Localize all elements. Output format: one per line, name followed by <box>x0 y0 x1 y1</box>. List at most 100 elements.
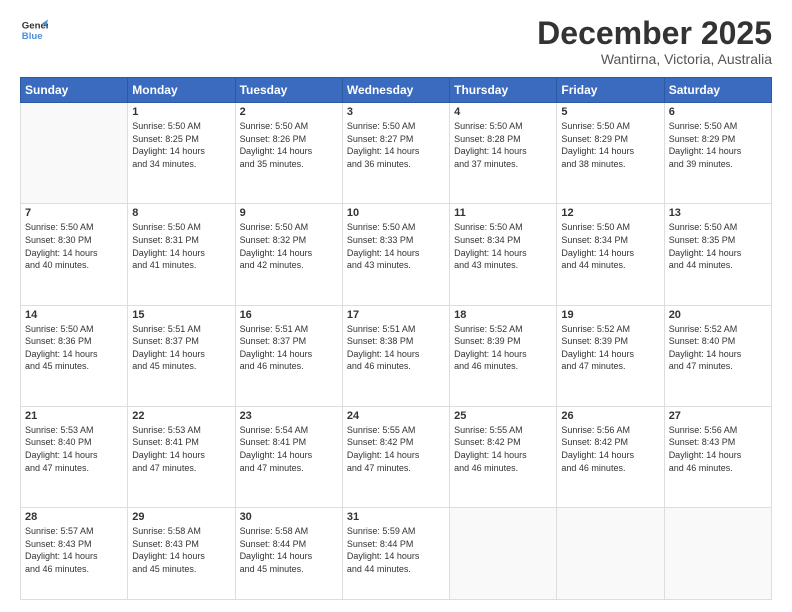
weekday-header-friday: Friday <box>557 78 664 103</box>
day-info: Sunrise: 5:59 AM Sunset: 8:44 PM Dayligh… <box>347 525 445 575</box>
calendar-cell: 19 Sunrise: 5:52 AM Sunset: 8:39 PM Dayli… <box>557 305 664 406</box>
day-number: 29 <box>132 511 230 523</box>
day-info: Sunrise: 5:51 AM Sunset: 8:38 PM Dayligh… <box>347 323 445 373</box>
week-row-0: 1 Sunrise: 5:50 AM Sunset: 8:25 PM Daylig… <box>21 103 772 204</box>
day-info: Sunrise: 5:51 AM Sunset: 8:37 PM Dayligh… <box>240 323 338 373</box>
calendar-cell: 5 Sunrise: 5:50 AM Sunset: 8:29 PM Daylig… <box>557 103 664 204</box>
calendar-cell: 21 Sunrise: 5:53 AM Sunset: 8:40 PM Dayli… <box>21 406 128 507</box>
day-number: 11 <box>454 207 552 219</box>
calendar-cell: 7Sunrise: 5:50 AM Sunset: 8:30 PM Daylig… <box>21 204 128 305</box>
svg-text:Blue: Blue <box>22 31 43 42</box>
header: General Blue December 2025 Wantirna, Vic… <box>20 16 772 67</box>
day-info: Sunrise: 5:50 AM Sunset: 8:35 PM Dayligh… <box>669 221 767 271</box>
day-number: 4 <box>454 106 552 118</box>
day-info: Sunrise: 5:50 AM Sunset: 8:28 PM Dayligh… <box>454 120 552 170</box>
day-number: 13 <box>669 207 767 219</box>
calendar-cell: 28 Sunrise: 5:57 AM Sunset: 8:43 PM Dayli… <box>21 507 128 599</box>
calendar-cell: 12 Sunrise: 5:50 AM Sunset: 8:34 PM Dayli… <box>557 204 664 305</box>
calendar-cell: 11Sunrise: 5:50 AM Sunset: 8:34 PM Dayli… <box>450 204 557 305</box>
day-info: Sunrise: 5:50 AM Sunset: 8:26 PM Dayligh… <box>240 120 338 170</box>
calendar-cell: 29 Sunrise: 5:58 AM Sunset: 8:43 PM Dayli… <box>128 507 235 599</box>
week-row-1: 7Sunrise: 5:50 AM Sunset: 8:30 PM Daylig… <box>21 204 772 305</box>
calendar-cell <box>21 103 128 204</box>
calendar-cell: 25 Sunrise: 5:55 AM Sunset: 8:42 PM Dayli… <box>450 406 557 507</box>
day-info: Sunrise: 5:52 AM Sunset: 8:39 PM Dayligh… <box>561 323 659 373</box>
day-info: Sunrise: 5:50 AM Sunset: 8:33 PM Dayligh… <box>347 221 445 271</box>
day-number: 30 <box>240 511 338 523</box>
day-number: 16 <box>240 309 338 321</box>
week-row-2: 14 Sunrise: 5:50 AM Sunset: 8:36 PM Dayli… <box>21 305 772 406</box>
location-title: Wantirna, Victoria, Australia <box>537 51 772 67</box>
day-info: Sunrise: 5:55 AM Sunset: 8:42 PM Dayligh… <box>454 424 552 474</box>
weekday-header-row: SundayMondayTuesdayWednesdayThursdayFrid… <box>21 78 772 103</box>
day-info: Sunrise: 5:50 AM Sunset: 8:25 PM Dayligh… <box>132 120 230 170</box>
weekday-header-sunday: Sunday <box>21 78 128 103</box>
calendar-page: General Blue December 2025 Wantirna, Vic… <box>0 0 792 612</box>
title-block: December 2025 Wantirna, Victoria, Austra… <box>537 16 772 67</box>
day-number: 3 <box>347 106 445 118</box>
calendar-cell: 20 Sunrise: 5:52 AM Sunset: 8:40 PM Dayli… <box>664 305 771 406</box>
day-number: 10 <box>347 207 445 219</box>
day-number: 5 <box>561 106 659 118</box>
day-info: Sunrise: 5:58 AM Sunset: 8:43 PM Dayligh… <box>132 525 230 575</box>
day-info: Sunrise: 5:58 AM Sunset: 8:44 PM Dayligh… <box>240 525 338 575</box>
calendar-cell: 1 Sunrise: 5:50 AM Sunset: 8:25 PM Daylig… <box>128 103 235 204</box>
calendar-cell: 26Sunrise: 5:56 AM Sunset: 8:42 PM Dayli… <box>557 406 664 507</box>
day-info: Sunrise: 5:50 AM Sunset: 8:31 PM Dayligh… <box>132 221 230 271</box>
day-info: Sunrise: 5:52 AM Sunset: 8:39 PM Dayligh… <box>454 323 552 373</box>
day-number: 2 <box>240 106 338 118</box>
calendar-cell: 23Sunrise: 5:54 AM Sunset: 8:41 PM Dayli… <box>235 406 342 507</box>
day-number: 17 <box>347 309 445 321</box>
day-number: 21 <box>25 410 123 422</box>
calendar-cell: 17 Sunrise: 5:51 AM Sunset: 8:38 PM Dayli… <box>342 305 449 406</box>
week-row-3: 21 Sunrise: 5:53 AM Sunset: 8:40 PM Dayli… <box>21 406 772 507</box>
day-number: 12 <box>561 207 659 219</box>
day-number: 8 <box>132 207 230 219</box>
day-info: Sunrise: 5:50 AM Sunset: 8:32 PM Dayligh… <box>240 221 338 271</box>
weekday-header-wednesday: Wednesday <box>342 78 449 103</box>
day-info: Sunrise: 5:51 AM Sunset: 8:37 PM Dayligh… <box>132 323 230 373</box>
day-number: 22 <box>132 410 230 422</box>
day-info: Sunrise: 5:50 AM Sunset: 8:27 PM Dayligh… <box>347 120 445 170</box>
calendar-table: SundayMondayTuesdayWednesdayThursdayFrid… <box>20 77 772 600</box>
calendar-cell: 24Sunrise: 5:55 AM Sunset: 8:42 PM Dayli… <box>342 406 449 507</box>
day-number: 14 <box>25 309 123 321</box>
weekday-header-thursday: Thursday <box>450 78 557 103</box>
week-row-4: 28 Sunrise: 5:57 AM Sunset: 8:43 PM Dayli… <box>21 507 772 599</box>
day-number: 7 <box>25 207 123 219</box>
calendar-cell: 4 Sunrise: 5:50 AM Sunset: 8:28 PM Daylig… <box>450 103 557 204</box>
day-info: Sunrise: 5:50 AM Sunset: 8:29 PM Dayligh… <box>561 120 659 170</box>
day-number: 20 <box>669 309 767 321</box>
day-number: 19 <box>561 309 659 321</box>
calendar-cell: 15 Sunrise: 5:51 AM Sunset: 8:37 PM Dayli… <box>128 305 235 406</box>
calendar-cell: 6Sunrise: 5:50 AM Sunset: 8:29 PM Daylig… <box>664 103 771 204</box>
weekday-header-saturday: Saturday <box>664 78 771 103</box>
calendar-cell: 30 Sunrise: 5:58 AM Sunset: 8:44 PM Dayli… <box>235 507 342 599</box>
day-info: Sunrise: 5:53 AM Sunset: 8:41 PM Dayligh… <box>132 424 230 474</box>
day-number: 26 <box>561 410 659 422</box>
day-info: Sunrise: 5:50 AM Sunset: 8:34 PM Dayligh… <box>561 221 659 271</box>
logo: General Blue <box>20 16 48 44</box>
calendar-cell <box>664 507 771 599</box>
day-number: 25 <box>454 410 552 422</box>
day-info: Sunrise: 5:50 AM Sunset: 8:29 PM Dayligh… <box>669 120 767 170</box>
month-title: December 2025 <box>537 16 772 51</box>
calendar-cell <box>557 507 664 599</box>
day-number: 15 <box>132 309 230 321</box>
day-info: Sunrise: 5:50 AM Sunset: 8:36 PM Dayligh… <box>25 323 123 373</box>
calendar-cell: 10 Sunrise: 5:50 AM Sunset: 8:33 PM Dayli… <box>342 204 449 305</box>
calendar-cell: 14 Sunrise: 5:50 AM Sunset: 8:36 PM Dayli… <box>21 305 128 406</box>
calendar-cell: 9Sunrise: 5:50 AM Sunset: 8:32 PM Daylig… <box>235 204 342 305</box>
day-number: 18 <box>454 309 552 321</box>
day-number: 28 <box>25 511 123 523</box>
logo-icon: General Blue <box>20 16 48 44</box>
day-info: Sunrise: 5:53 AM Sunset: 8:40 PM Dayligh… <box>25 424 123 474</box>
day-number: 27 <box>669 410 767 422</box>
day-info: Sunrise: 5:55 AM Sunset: 8:42 PM Dayligh… <box>347 424 445 474</box>
day-number: 23 <box>240 410 338 422</box>
weekday-header-tuesday: Tuesday <box>235 78 342 103</box>
day-number: 1 <box>132 106 230 118</box>
day-info: Sunrise: 5:52 AM Sunset: 8:40 PM Dayligh… <box>669 323 767 373</box>
day-info: Sunrise: 5:57 AM Sunset: 8:43 PM Dayligh… <box>25 525 123 575</box>
calendar-cell: 13 Sunrise: 5:50 AM Sunset: 8:35 PM Dayli… <box>664 204 771 305</box>
